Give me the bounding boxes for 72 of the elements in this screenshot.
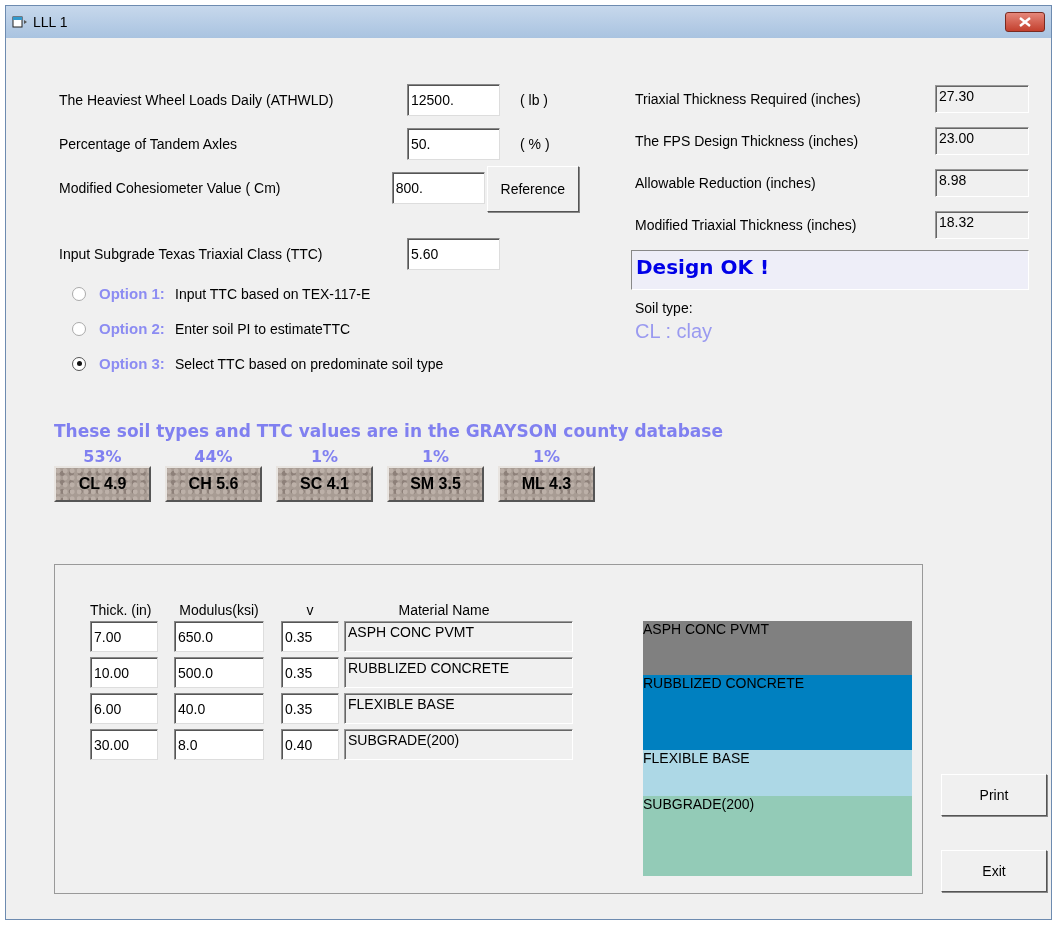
field-label: Modified Cohesiometer Value ( Cm) — [59, 180, 282, 196]
option-label: Option 2: — [99, 320, 166, 337]
input-field[interactable]: 50. — [407, 128, 500, 160]
percent-label: 1% — [532, 447, 561, 466]
window-icon — [12, 15, 28, 29]
unit-label: ( % ) — [520, 136, 550, 152]
radio-button[interactable] — [72, 321, 86, 336]
result-label: The FPS Design Thickness (inches) — [635, 133, 859, 149]
unit-label: ( lb ) — [520, 92, 548, 108]
field-label: The Heaviest Wheel Loads Daily (ATHWLD) — [59, 92, 335, 108]
option-text: Enter soil PI to estimateTTC — [175, 320, 351, 337]
result-field: 18.32 — [935, 211, 1029, 239]
option-label: Option 1: — [99, 285, 166, 302]
column-header: Modulus(ksi) — [178, 602, 260, 618]
field-label: Input Subgrade Texas Triaxial Class (TTC) — [59, 246, 324, 262]
result-label: Triaxial Thickness Required (inches) — [635, 91, 861, 107]
result-label: Allowable Reduction (inches) — [635, 175, 816, 191]
result-label: Modified Triaxial Thickness (inches) — [635, 217, 857, 233]
close-button[interactable] — [1005, 12, 1045, 32]
dialog-button[interactable]: Exit — [941, 850, 1047, 892]
percent-label: 1% — [421, 447, 450, 466]
layer-label: ASPH CONC PVMT — [643, 621, 769, 637]
field-label: Percentage of Tandem Axles — [59, 136, 238, 152]
poisson-field[interactable]: 0.35 — [281, 621, 339, 652]
option-text: Input TTC based on TEX-117-E — [175, 285, 371, 302]
input-field[interactable]: 12500. — [407, 84, 500, 116]
layer-label: FLEXIBLE BASE — [643, 749, 750, 766]
soil-button[interactable]: CH 5.6 — [165, 466, 262, 502]
soil-button[interactable]: SM 3.5 — [387, 466, 484, 502]
thickness-field[interactable]: 10.00 — [90, 657, 158, 688]
layer-label: SUBGRADE(200) — [643, 796, 755, 813]
poisson-field[interactable]: 0.35 — [281, 693, 339, 724]
column-header: Material Name — [397, 602, 491, 618]
percent-label: 44% — [194, 447, 233, 466]
thickness-field[interactable]: 6.00 — [90, 693, 158, 724]
result-field: 27.30 — [935, 85, 1029, 113]
result-field: 23.00 — [935, 127, 1029, 155]
soil-button[interactable]: CL 4.9 — [54, 466, 151, 502]
result-field: 8.98 — [935, 169, 1029, 197]
poisson-field[interactable]: 0.40 — [281, 729, 339, 760]
close-icon — [1019, 17, 1031, 27]
material-field: ASPH CONC PVMT — [344, 621, 573, 652]
radio-button[interactable] — [72, 286, 86, 301]
status-text: Design OK ! — [636, 255, 770, 279]
percent-label: 53% — [83, 447, 122, 466]
soil-button[interactable]: ML 4.3 — [498, 466, 595, 502]
option-text: Select TTC based on predominate soil type — [175, 355, 444, 372]
window-title: LLL 1 — [33, 14, 68, 30]
dialog-button[interactable]: Print — [941, 774, 1047, 816]
input-field[interactable]: 5.60 — [407, 238, 500, 270]
percent-label: 1% — [310, 447, 339, 466]
modulus-field[interactable]: 40.0 — [174, 693, 264, 724]
poisson-field[interactable]: 0.35 — [281, 657, 339, 688]
modulus-field[interactable]: 500.0 — [174, 657, 264, 688]
material-field: RUBBLIZED CONCRETE — [344, 657, 573, 688]
material-field: SUBGRADE(200) — [344, 729, 573, 760]
database-heading: These soil types and TTC values are in the GRAYSON county database — [54, 421, 723, 441]
column-header: Thick. (in) — [90, 602, 153, 618]
input-field[interactable]: 800. — [391, 172, 485, 204]
modulus-field[interactable]: 8.0 — [174, 729, 264, 760]
thickness-field[interactable]: 7.00 — [90, 621, 158, 652]
modulus-field[interactable]: 650.0 — [174, 621, 264, 652]
reference-button[interactable]: Reference — [486, 166, 579, 212]
layer-label: RUBBLIZED CONCRETE — [643, 674, 805, 691]
material-field: FLEXIBLE BASE — [344, 693, 573, 724]
soil-type-label: Soil type: — [635, 300, 694, 316]
radio-button[interactable] — [72, 356, 86, 371]
option-label: Option 3: — [99, 355, 166, 372]
soil-type-value: CL : clay — [635, 320, 714, 343]
soil-button[interactable]: SC 4.1 — [276, 466, 373, 502]
thickness-field[interactable]: 30.00 — [90, 729, 158, 760]
column-header: v — [305, 602, 315, 618]
